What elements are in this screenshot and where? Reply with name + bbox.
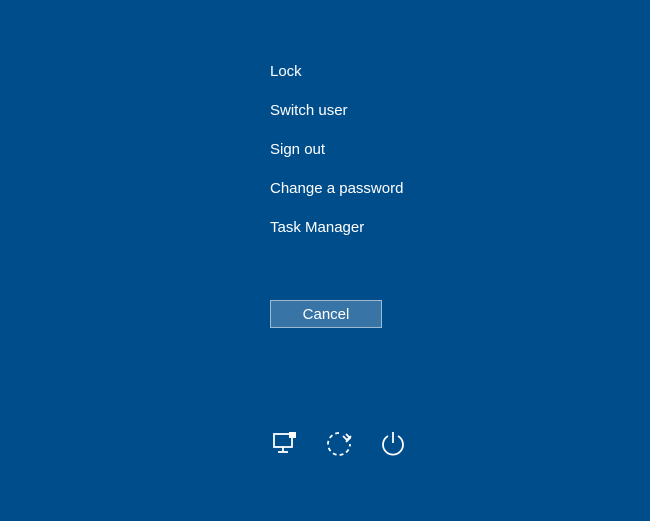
menu-item-change-password[interactable]: Change a password <box>270 169 403 208</box>
cancel-button[interactable]: Cancel <box>270 300 382 328</box>
menu-item-switch-user[interactable]: Switch user <box>270 91 403 130</box>
menu-item-sign-out[interactable]: Sign out <box>270 130 403 169</box>
ease-of-access-icon[interactable] <box>324 429 354 459</box>
security-options-menu: Lock Switch user Sign out Change a passw… <box>270 52 403 247</box>
network-icon[interactable] <box>270 429 300 459</box>
menu-item-lock[interactable]: Lock <box>270 52 403 91</box>
bottom-icon-bar <box>270 429 408 459</box>
power-icon[interactable] <box>378 429 408 459</box>
menu-item-task-manager[interactable]: Task Manager <box>270 208 403 247</box>
